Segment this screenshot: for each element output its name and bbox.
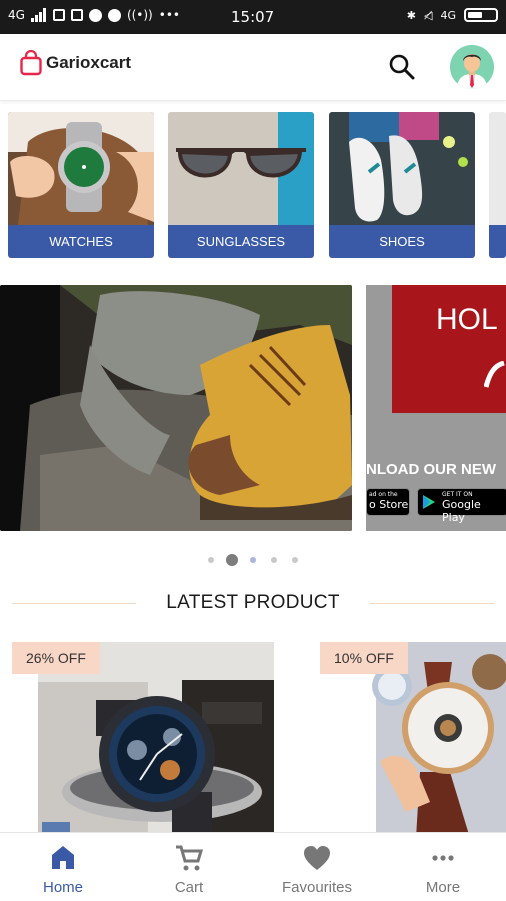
app-header: Garioxcart — [0, 34, 506, 101]
battery-icon — [464, 8, 498, 22]
app-store-label: o Store — [369, 498, 409, 511]
carousel-dot[interactable] — [250, 557, 256, 563]
app-logo[interactable]: Garioxcart — [20, 50, 131, 76]
nav-cart[interactable]: Cart — [126, 839, 252, 896]
category-card-partial[interactable] — [489, 112, 506, 258]
google-play-label: Google Play — [442, 498, 481, 524]
nav-more[interactable]: More — [380, 839, 506, 896]
promo-title: HOL — [436, 303, 498, 336]
search-icon — [389, 54, 415, 80]
home-icon — [52, 846, 74, 869]
bluetooth-icon: ✱ — [406, 8, 416, 22]
sim-icon — [52, 9, 65, 21]
nav-label: Home — [42, 879, 83, 896]
product-card[interactable]: 26% OFF — [12, 642, 298, 838]
banner-carousel[interactable]: HOL NLOAD OUR NEW ad on the o Store GET … — [0, 285, 506, 531]
product-card[interactable]: 10% OFF — [320, 642, 506, 838]
cart-icon — [176, 845, 204, 871]
category-partial-image — [489, 112, 506, 225]
carousel-dot[interactable] — [208, 557, 214, 563]
google-play-badge[interactable]: GET IT ON Google Play — [417, 488, 506, 524]
bottom-navigation: Home Cart Favourites More — [0, 832, 506, 901]
promo-swoosh-icon — [484, 361, 505, 388]
status-left-icons: 4G ((•)) ••• — [8, 8, 180, 22]
category-card-watches[interactable]: WATCHES — [8, 112, 154, 258]
network-type-left: 4G — [8, 8, 25, 22]
more-dots-icon — [432, 855, 454, 861]
status-time: 15:07 — [231, 8, 275, 26]
carousel-dot[interactable] — [292, 557, 298, 563]
discount-badge: 26% OFF — [12, 642, 100, 674]
nav-label: More — [425, 879, 461, 896]
carousel-indicator — [0, 552, 506, 568]
nav-favourites[interactable]: Favourites — [252, 839, 382, 896]
check-icon — [88, 8, 102, 22]
search-button[interactable] — [387, 52, 417, 82]
user-avatar-icon — [450, 45, 494, 89]
category-label: SHOES — [329, 225, 475, 258]
chat-icon — [107, 8, 121, 22]
nav-label: Cart — [174, 879, 204, 896]
app-store-small-text: ad on the — [369, 491, 398, 498]
promo-text: NLOAD OUR NEW — [366, 461, 496, 478]
category-label-partial — [489, 225, 506, 258]
section-divider-right — [370, 603, 494, 604]
app-name: Garioxcart — [46, 53, 132, 72]
carousel-dot[interactable] — [271, 557, 277, 563]
nav-label: Favourites — [281, 879, 353, 896]
status-bar: 4G ((•)) ••• 15:07 ✱ ◁̸ 4G — [0, 0, 506, 34]
latest-product-section-header: LATEST PRODUCT — [0, 588, 506, 620]
banner-boot[interactable] — [0, 285, 352, 531]
category-label: WATCHES — [8, 225, 154, 258]
nav-home[interactable]: Home — [0, 839, 126, 896]
category-carousel: WATCHES SUNGLASSES SHOES — [0, 112, 506, 262]
category-card-shoes[interactable]: SHOES — [329, 112, 475, 258]
watches-image — [8, 112, 154, 225]
user-avatar-button[interactable] — [450, 45, 494, 89]
carousel-dot-active[interactable] — [226, 554, 238, 566]
heart-icon — [304, 846, 330, 870]
mute-icon: ◁̸ — [424, 8, 433, 22]
google-play-small-text: GET IT ON — [442, 491, 473, 498]
discount-badge: 10% OFF — [320, 642, 408, 674]
shopping-bag-icon — [20, 50, 42, 76]
signal-icon — [30, 8, 46, 22]
category-label: SUNGLASSES — [168, 225, 314, 258]
sunglasses-image — [168, 112, 314, 225]
network-type-right: 4G — [440, 8, 456, 22]
more-icon: ••• — [158, 8, 180, 22]
status-right-icons: ✱ ◁̸ 4G — [407, 8, 498, 22]
notification-icon — [70, 9, 83, 21]
category-card-sunglasses[interactable]: SUNGLASSES — [168, 112, 314, 258]
banner-app-promo[interactable]: HOL NLOAD OUR NEW ad on the o Store GET … — [366, 285, 506, 531]
shoes-image — [329, 112, 475, 225]
play-triangle-icon — [423, 495, 435, 509]
hotspot-icon: ((•)) — [126, 8, 153, 22]
boot-banner-image — [0, 285, 352, 531]
app-store-badge[interactable]: ad on the o Store — [366, 488, 410, 516]
